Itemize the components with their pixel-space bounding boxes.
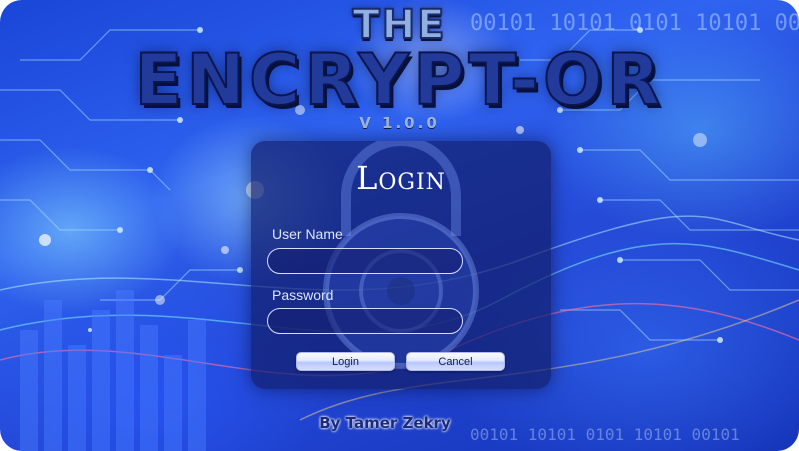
login-button[interactable]: Login [296, 352, 395, 371]
login-panel: Login User Name Password Login Cancel [251, 141, 551, 389]
username-label: User Name [272, 226, 343, 242]
password-input[interactable] [267, 308, 463, 334]
username-input[interactable] [267, 248, 463, 274]
author-byline: By Tamer Zekry [319, 414, 451, 432]
cancel-button[interactable]: Cancel [406, 352, 505, 371]
version-label: V 1.0.0 [359, 114, 440, 132]
login-window: 00101 10101 0101 10101 00101 00101 10101… [0, 0, 799, 451]
password-label: Password [272, 287, 334, 303]
app-title: ENCRYPT-OR [134, 39, 665, 121]
login-heading: Login [356, 159, 446, 197]
